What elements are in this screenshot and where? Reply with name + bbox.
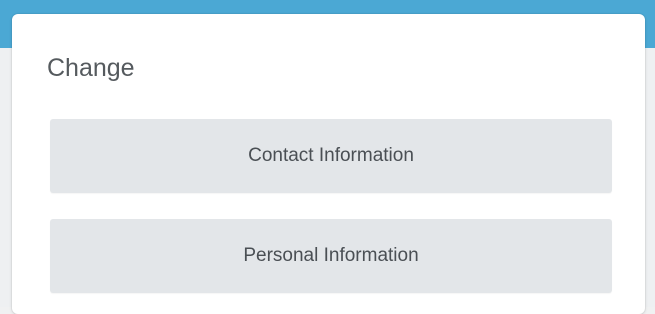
personal-information-button[interactable]: Personal Information	[50, 219, 612, 293]
contact-information-button[interactable]: Contact Information	[50, 119, 612, 193]
change-dialog: Change Contact Information Personal Info…	[12, 14, 645, 314]
dialog-title: Change	[47, 54, 135, 82]
background-panel-right	[645, 48, 655, 307]
background-panel-left	[0, 48, 12, 307]
